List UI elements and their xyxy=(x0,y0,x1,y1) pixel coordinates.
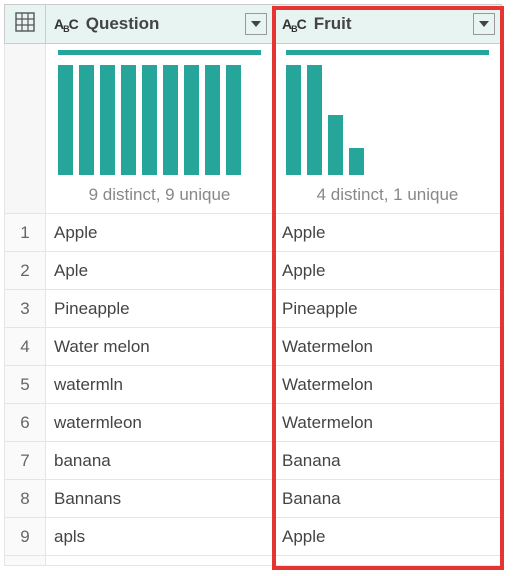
header-fruit[interactable]: ABC Fruit xyxy=(274,4,502,44)
distribution-bar xyxy=(205,65,220,175)
distribution-bar xyxy=(349,148,364,176)
distribution-bars xyxy=(286,65,489,179)
column-filter-dropdown[interactable] xyxy=(473,13,495,35)
row-number[interactable]: 8 xyxy=(4,480,46,518)
cell-question[interactable]: Water melon xyxy=(46,328,274,366)
stub-cell xyxy=(274,556,502,566)
stub-cell xyxy=(4,556,46,566)
cell-question[interactable]: Aple xyxy=(46,252,274,290)
row-number[interactable]: 6 xyxy=(4,404,46,442)
cell-fruit[interactable]: Apple xyxy=(274,252,502,290)
text-type-icon: ABC xyxy=(54,16,78,32)
profile-fruit: 4 distinct, 1 unique xyxy=(274,44,502,214)
row-number[interactable]: 7 xyxy=(4,442,46,480)
cell-question[interactable]: Pineapple xyxy=(46,290,274,328)
distribution-bar xyxy=(100,65,115,175)
profile-question: 9 distinct, 9 unique xyxy=(46,44,274,214)
distribution-bar xyxy=(328,115,343,176)
row-number[interactable]: 9 xyxy=(4,518,46,556)
distribution-bar xyxy=(226,65,241,175)
distribution-bar xyxy=(142,65,157,175)
row-number[interactable]: 1 xyxy=(4,214,46,252)
cell-question[interactable]: Bannans xyxy=(46,480,274,518)
distribution-bar xyxy=(184,65,199,175)
row-number[interactable]: 5 xyxy=(4,366,46,404)
cell-question[interactable]: apls xyxy=(46,518,274,556)
chevron-down-icon xyxy=(251,21,261,27)
cell-fruit[interactable]: Pineapple xyxy=(274,290,502,328)
column-name-fruit: Fruit xyxy=(314,14,352,34)
row-number[interactable]: 3 xyxy=(4,290,46,328)
quality-bar xyxy=(58,50,261,55)
header-question[interactable]: ABC Question xyxy=(46,4,274,44)
cell-fruit[interactable]: Watermelon xyxy=(274,328,502,366)
cell-fruit[interactable]: Apple xyxy=(274,214,502,252)
cell-question[interactable]: watermleon xyxy=(46,404,274,442)
distribution-bar xyxy=(307,65,322,175)
profile-rownum xyxy=(4,44,46,214)
cell-question[interactable]: banana xyxy=(46,442,274,480)
chevron-down-icon xyxy=(479,21,489,27)
cell-fruit[interactable]: Apple xyxy=(274,518,502,556)
cell-question[interactable]: Apple xyxy=(46,214,274,252)
quality-bar xyxy=(286,50,489,55)
cell-question[interactable]: watermln xyxy=(46,366,274,404)
distribution-bar xyxy=(163,65,178,175)
column-name-question: Question xyxy=(86,14,160,34)
distribution-bar xyxy=(121,65,136,175)
table-icon xyxy=(15,12,35,37)
profile-summary-fruit: 4 distinct, 1 unique xyxy=(286,179,489,205)
distribution-bar xyxy=(58,65,73,175)
distribution-bar xyxy=(79,65,94,175)
distribution-bars xyxy=(58,65,261,179)
distribution-bar xyxy=(286,65,301,175)
cell-fruit[interactable]: Watermelon xyxy=(274,404,502,442)
profile-summary-question: 9 distinct, 9 unique xyxy=(58,179,261,205)
header-rownum[interactable] xyxy=(4,4,46,44)
cell-fruit[interactable]: Watermelon xyxy=(274,366,502,404)
text-type-icon: ABC xyxy=(282,16,306,32)
stub-cell xyxy=(46,556,274,566)
column-filter-dropdown[interactable] xyxy=(245,13,267,35)
cell-fruit[interactable]: Banana xyxy=(274,442,502,480)
cell-fruit[interactable]: Banana xyxy=(274,480,502,518)
row-number[interactable]: 4 xyxy=(4,328,46,366)
row-number[interactable]: 2 xyxy=(4,252,46,290)
